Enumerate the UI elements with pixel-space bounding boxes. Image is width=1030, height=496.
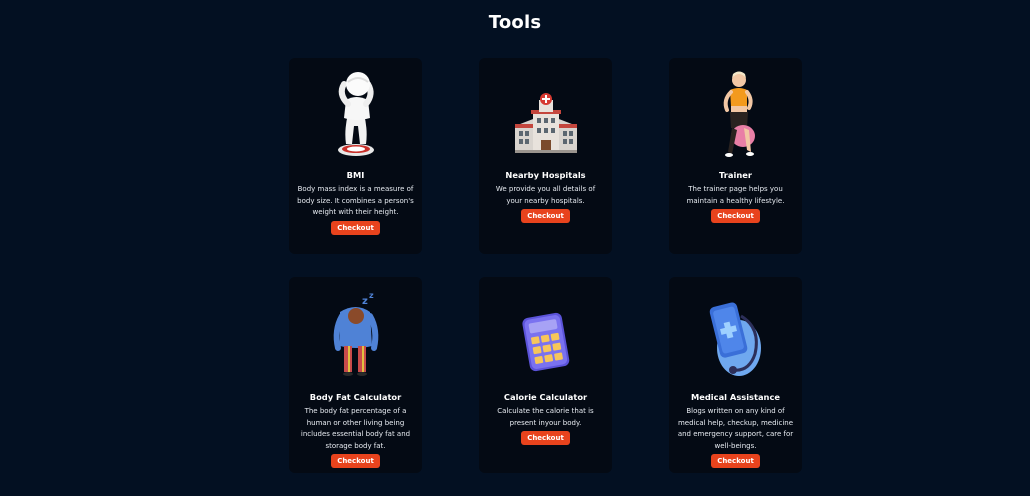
tool-description: The trainer page helps you maintain a he… <box>686 185 785 205</box>
svg-text:z: z <box>369 291 374 300</box>
checkout-button[interactable]: Checkout <box>711 209 760 224</box>
checkout-button[interactable]: Checkout <box>711 454 760 469</box>
hospital-icon <box>487 70 604 158</box>
tool-title: Trainer <box>719 170 752 180</box>
tired-person-icon: z z <box>297 285 414 380</box>
checkout-button[interactable]: Checkout <box>331 220 380 235</box>
tool-title: Body Fat Calculator <box>309 392 402 402</box>
tool-title: Medical Assistance <box>690 392 780 402</box>
tool-description: Body mass index is a measure of body siz… <box>297 185 414 217</box>
checkout-button[interactable]: Checkout <box>521 431 570 446</box>
tool-title: Calorie Calculator <box>503 392 588 402</box>
calculator-icon <box>487 285 604 380</box>
tool-card-body-fat-calculator: z z Body Fat Calculator The body fat per… <box>289 277 422 473</box>
weighing-person-icon <box>297 70 414 158</box>
tool-card-bmi: BMI Body mass index is a measure of body… <box>289 58 422 254</box>
tool-title: BMI <box>346 170 365 180</box>
tool-description: The body fat percentage of a human or ot… <box>300 407 411 450</box>
svg-text:z: z <box>362 296 368 307</box>
tool-description: We provide you all details of your nearb… <box>495 185 596 205</box>
tool-card-medical-assistance: Medical Assistance Blogs written on any … <box>669 277 802 473</box>
tool-title: Nearby Hospitals <box>505 170 586 180</box>
tool-card-calorie-calculator: Calorie Calculator Calculate the calorie… <box>479 277 612 473</box>
medical-phone-icon <box>677 285 794 380</box>
checkout-button[interactable]: Checkout <box>521 209 570 224</box>
tool-card-nearby-hospitals: Nearby Hospitals We provide you all deta… <box>479 58 612 254</box>
checkout-button[interactable]: Checkout <box>331 454 380 469</box>
tool-description: Calculate the calorie that is present in… <box>497 407 594 427</box>
tool-description: Blogs written on any kind of medical hel… <box>677 407 794 450</box>
trainer-icon <box>677 70 794 158</box>
tool-card-trainer: Trainer The trainer page helps you maint… <box>669 58 802 254</box>
tools-page: Tools BMI Body mass index is a measure o… <box>0 0 1030 496</box>
section-title: Tools <box>488 12 542 33</box>
